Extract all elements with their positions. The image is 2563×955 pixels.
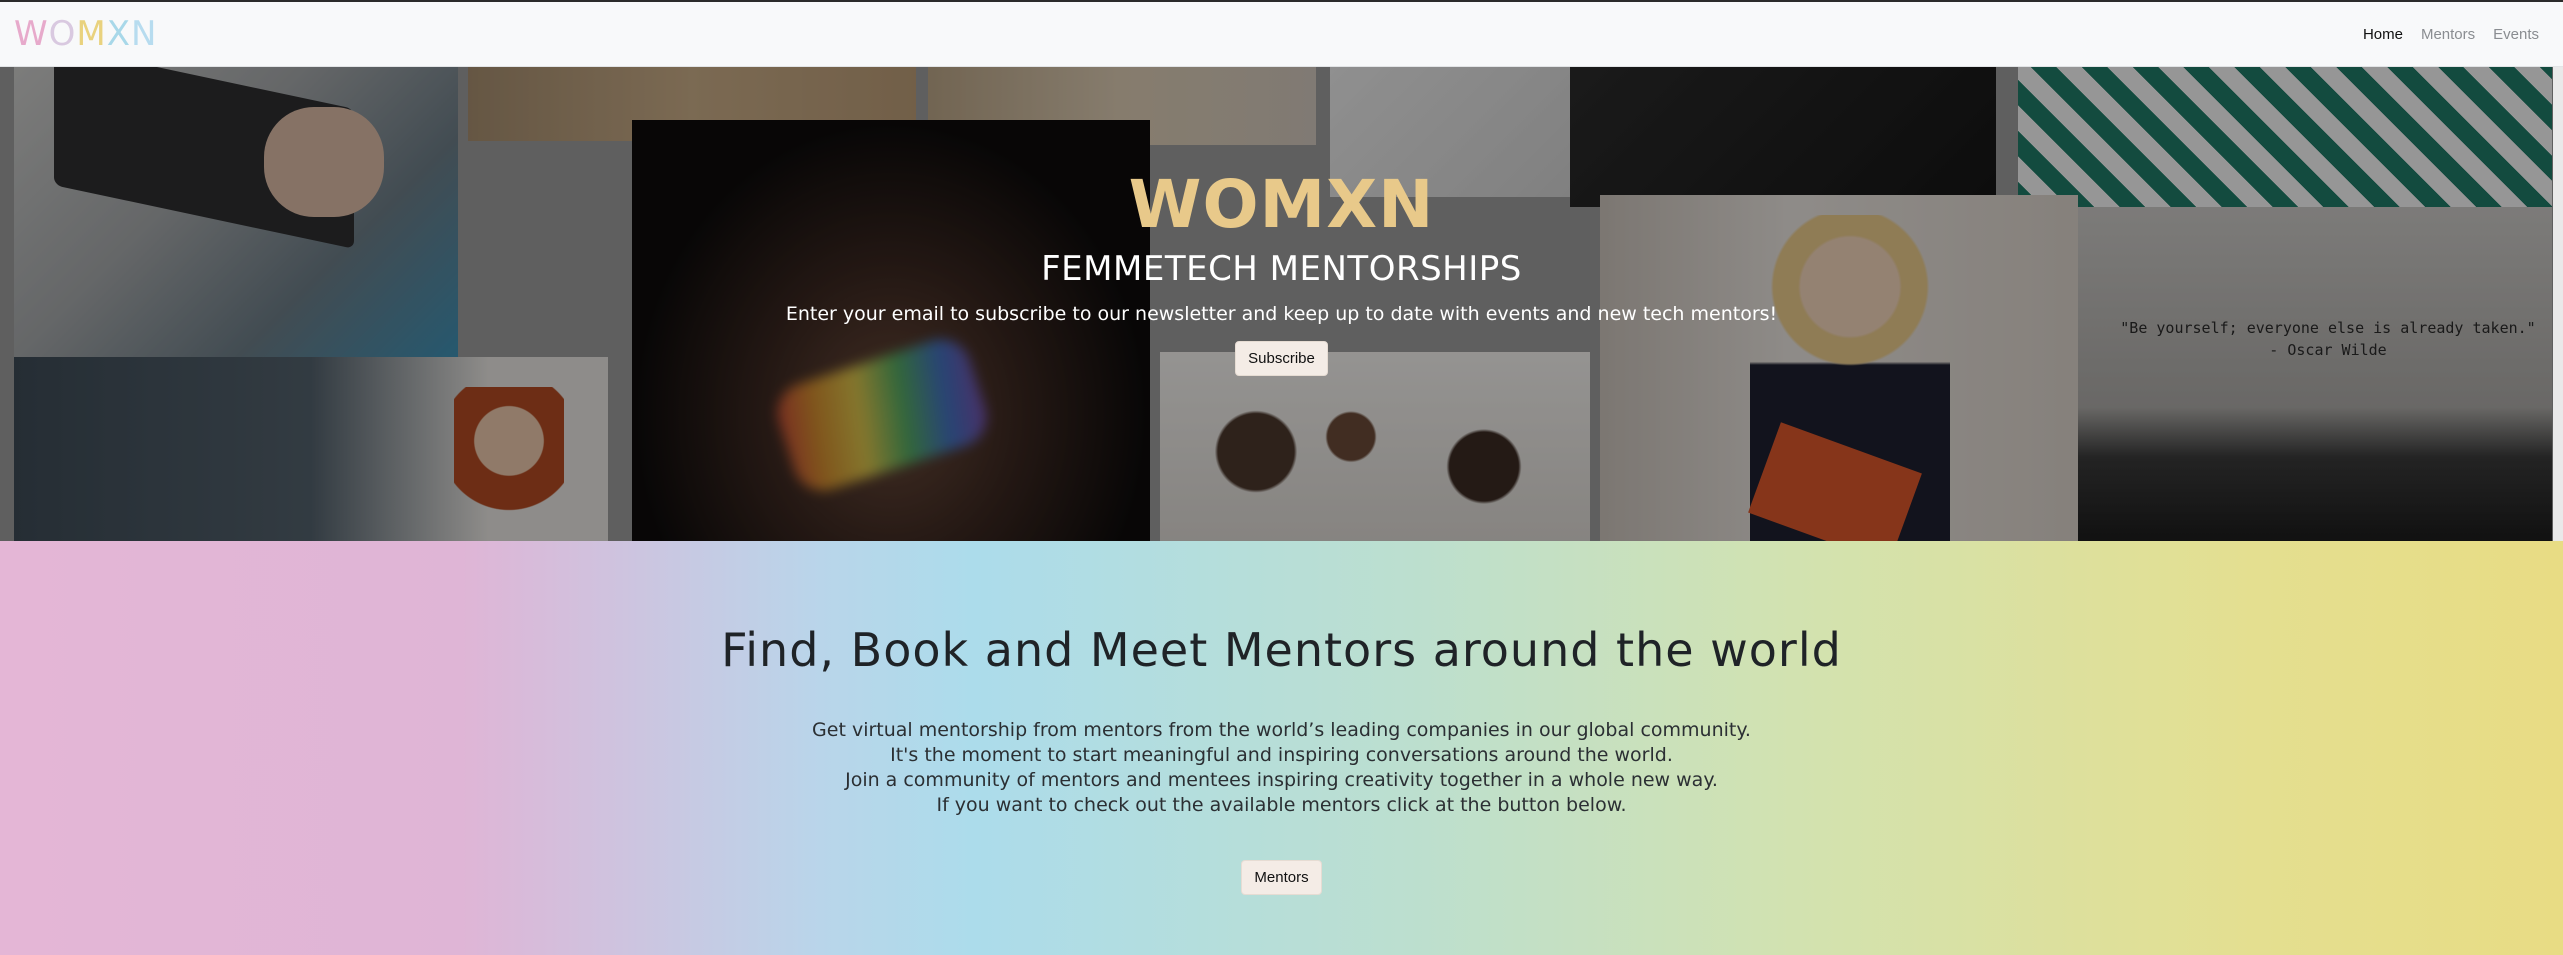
brand-letter: X [106, 14, 132, 54]
section-description: Get virtual mentorship from mentors from… [0, 718, 2563, 818]
hero-description: Enter your email to subscribe to our new… [785, 303, 1778, 325]
description-line: If you want to check out the available m… [936, 794, 1627, 816]
brand-letter: M [76, 14, 107, 54]
hero-content: WOMXN FEMMETECH MENTORSHIPS Enter your e… [0, 167, 2563, 376]
nav-link-mentors[interactable]: Mentors [2421, 26, 2475, 43]
brand-letter: W [14, 14, 49, 54]
brand-logo[interactable]: WOMXN [14, 14, 157, 54]
nav-link-home[interactable]: Home [2363, 26, 2403, 43]
nav-link-events[interactable]: Events [2493, 26, 2539, 43]
description-line: Get virtual mentorship from mentors from… [812, 719, 1751, 741]
hero-banner: "Be yourself; everyone else is already t… [0, 67, 2563, 541]
navbar: WOMXN Home Mentors Events [0, 0, 2563, 67]
mentors-button[interactable]: Mentors [1241, 860, 1322, 895]
brand-letter: O [48, 14, 77, 54]
section-button-wrap: Mentors [0, 860, 2563, 895]
nav-links: Home Mentors Events [2363, 26, 2539, 43]
mentors-intro-section: Find, Book and Meet Mentors around the w… [0, 541, 2563, 955]
section-title: Find, Book and Meet Mentors around the w… [721, 623, 1842, 677]
hero-subtitle: FEMMETECH MENTORSHIPS [1041, 249, 1522, 289]
description-line: It's the moment to start meaningful and … [890, 744, 1673, 766]
brand-letter: N [131, 14, 158, 54]
hero-title: WOMXN [1128, 166, 1435, 243]
page-edge [2553, 67, 2563, 541]
subscribe-button[interactable]: Subscribe [1235, 341, 1328, 376]
description-line: Join a community of mentors and mentees … [845, 769, 1718, 791]
